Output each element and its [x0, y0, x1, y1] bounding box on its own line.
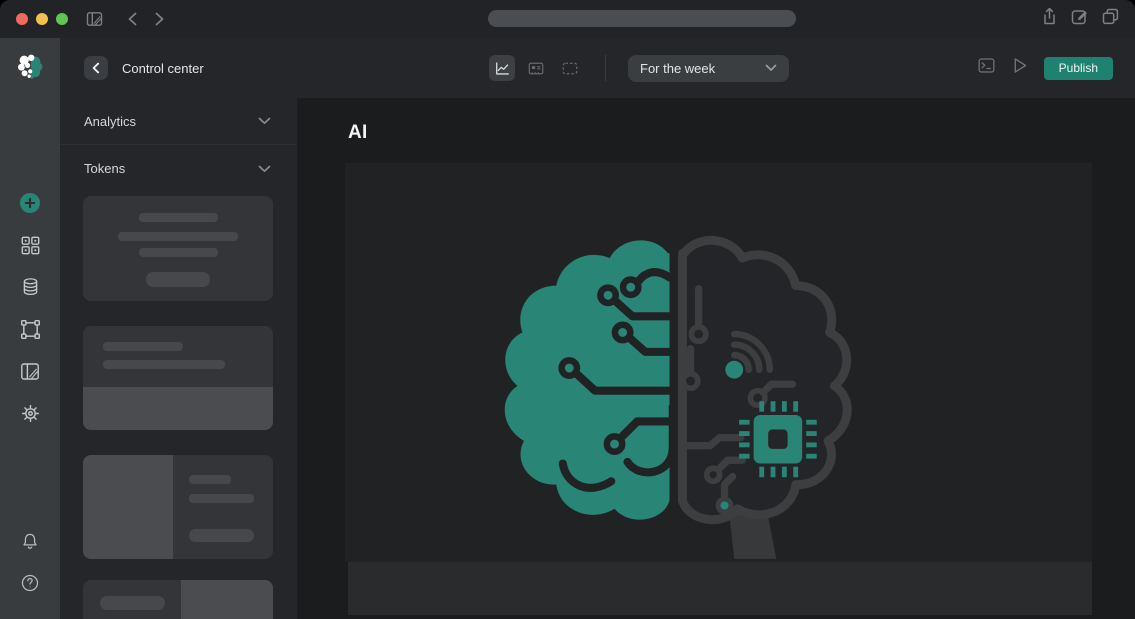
pages-icon[interactable]	[18, 359, 42, 383]
tab-overview-icon[interactable]	[1102, 8, 1119, 30]
minimize-button[interactable]	[36, 13, 48, 25]
teal-node	[718, 499, 731, 512]
skeleton-card[interactable]	[83, 455, 273, 559]
main-content: AI	[297, 98, 1135, 619]
ai-illustration-canvas[interactable]	[345, 163, 1092, 562]
toolbar-divider	[605, 55, 606, 81]
help-icon[interactable]	[18, 571, 42, 595]
apps-grid-icon[interactable]	[18, 233, 42, 257]
history-forward-icon[interactable]	[154, 11, 165, 27]
section-analytics-label: Analytics	[84, 114, 136, 129]
section-tokens[interactable]: Tokens	[60, 145, 297, 192]
wifi-dot	[725, 361, 743, 379]
run-play-icon[interactable]	[1011, 56, 1029, 80]
compose-icon[interactable]	[1071, 8, 1089, 31]
history-back-icon[interactable]	[127, 11, 138, 27]
view-card-icon[interactable]	[523, 55, 549, 81]
terminal-icon[interactable]	[977, 56, 996, 80]
frame-icon[interactable]	[18, 317, 42, 341]
skeleton-card[interactable]	[83, 580, 273, 619]
notifications-bell-icon[interactable]	[18, 529, 42, 553]
sidebar-toggle-icon[interactable]	[86, 11, 103, 27]
chevron-down-icon	[258, 117, 271, 125]
app-logo[interactable]	[15, 52, 45, 87]
toolbar: Control center	[60, 38, 1135, 98]
close-button[interactable]	[16, 13, 28, 25]
titlebar	[0, 0, 1135, 38]
icon-rail	[0, 38, 60, 619]
section-analytics[interactable]: Analytics	[60, 98, 297, 145]
traffic-lights	[16, 13, 68, 25]
view-analytics-chart-icon[interactable]	[489, 55, 515, 81]
titlebar-actions	[1041, 0, 1119, 38]
url-bar[interactable]	[488, 10, 796, 27]
ai-brain-illustration	[490, 203, 862, 559]
publish-button[interactable]: Publish	[1044, 57, 1113, 80]
settings-gear-icon[interactable]	[18, 401, 42, 425]
add-button[interactable]	[18, 191, 42, 215]
share-icon[interactable]	[1041, 7, 1058, 31]
view-canvas-icon[interactable]	[557, 55, 583, 81]
period-dropdown-value: For the week	[640, 61, 715, 76]
chevron-down-icon	[765, 64, 777, 72]
skeleton-card[interactable]	[83, 326, 273, 430]
page-heading: AI	[348, 122, 1135, 144]
database-icon[interactable]	[18, 275, 42, 299]
lower-section-panel[interactable]	[348, 562, 1092, 615]
sidebar-panel: Analytics Tokens	[60, 98, 297, 619]
skeleton-card[interactable]	[83, 196, 273, 301]
toolbar-actions: Publish	[977, 38, 1113, 98]
token-skeleton-list	[60, 192, 297, 619]
chevron-down-icon	[258, 165, 271, 173]
view-switcher: For the week	[489, 38, 789, 98]
period-dropdown[interactable]: For the week	[628, 55, 789, 82]
section-tokens-label: Tokens	[84, 161, 125, 176]
back-button[interactable]	[84, 56, 108, 80]
zoom-button[interactable]	[56, 13, 68, 25]
app-window: Control center	[0, 0, 1135, 619]
page-title: Control center	[122, 61, 204, 76]
